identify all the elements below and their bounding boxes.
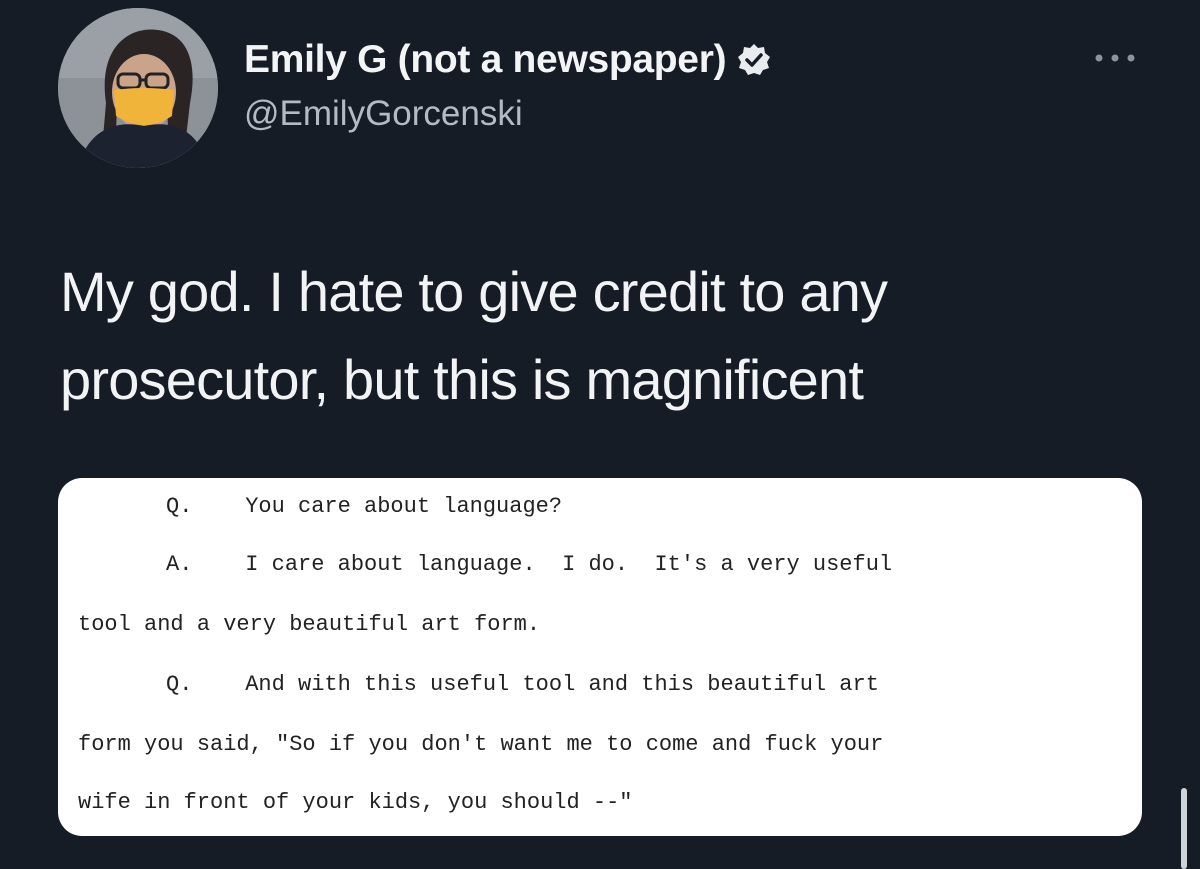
tweet-text-line: My god. I hate to give credit to any: [60, 260, 888, 323]
transcript-line: tool and a very beautiful art form.: [78, 612, 541, 637]
avatar[interactable]: [58, 8, 218, 168]
author-handle[interactable]: @EmilyGorcenski: [244, 94, 523, 134]
more-options-icon: [1095, 54, 1135, 62]
tweet-text: My god. I hate to give credit to any pro…: [60, 248, 1140, 424]
scrollbar[interactable]: [1181, 788, 1187, 869]
tweet-screenshot: Emily G (not a newspaper) @EmilyGorcensk…: [0, 0, 1200, 869]
avatar-image: [58, 8, 218, 168]
tweet-text-line: prosecutor, but this is magnificent: [60, 348, 864, 411]
author-name-row[interactable]: Emily G (not a newspaper): [244, 34, 772, 86]
transcript-line: wife in front of your kids, you should -…: [78, 790, 633, 815]
transcript-line: Q. You care about language?: [166, 494, 563, 519]
transcript-line: form you said, "So if you don't want me …: [78, 732, 884, 757]
attached-image[interactable]: Q. You care about language? A. I care ab…: [58, 478, 1142, 836]
more-options-button[interactable]: [1090, 46, 1140, 70]
transcript-line: A. I care about language. I do. It's a v…: [166, 552, 893, 577]
display-name[interactable]: Emily G (not a newspaper): [244, 38, 727, 82]
transcript-line: Q. And with this useful tool and this be…: [166, 672, 879, 697]
verified-badge-icon: [736, 42, 772, 78]
